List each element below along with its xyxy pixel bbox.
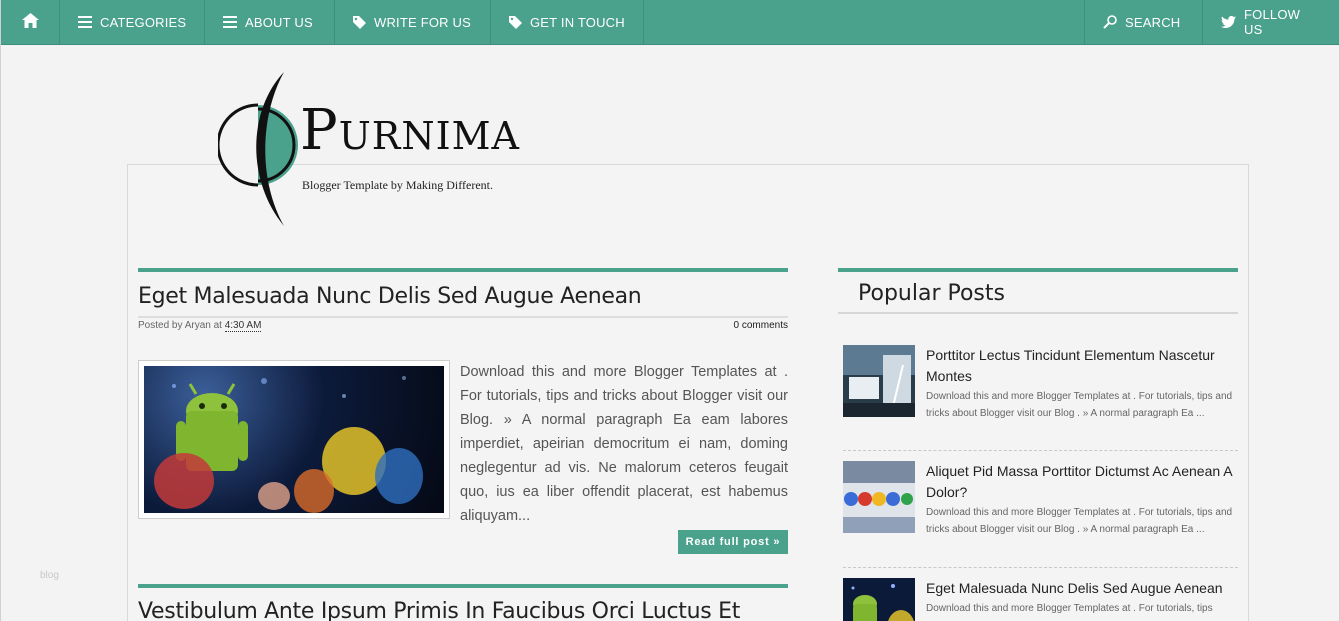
search-label: SEARCH [1125,14,1181,30]
moon-logo-icon [218,72,298,226]
popular-post-thumbnail[interactable] [843,578,915,621]
menu-icon [223,16,237,28]
post-thumbnail[interactable] [138,360,450,519]
follow-us-button[interactable]: FOLLOW US [1202,0,1339,44]
post-comments-link[interactable]: 0 comments [734,320,788,331]
home-icon [21,13,39,31]
post-time[interactable]: 4:30 AM [224,320,262,332]
post-title[interactable]: Eget Malesuada Nunc Delis Sed Augue Aene… [138,284,642,309]
post-title[interactable]: Vestibulum Ante Ipsum Primis In Faucibus… [138,599,740,621]
popular-post-separator [843,567,1238,568]
popular-posts-title: Popular Posts [858,281,1005,306]
tag-icon [353,15,366,29]
popular-post-thumbnail[interactable] [843,461,915,533]
nav-about-us-label: ABOUT US [245,14,313,30]
popular-post-item[interactable]: Porttitor Lectus Tincidunt Elementum Nas… [843,345,1238,435]
logo-first-letter: P [300,98,339,163]
popular-post-title[interactable]: Porttitor Lectus Tincidunt Elementum Nas… [926,345,1238,387]
post-excerpt: Download this and more Blogger Templates… [460,364,788,524]
nav-categories-label: CATEGORIES [100,14,187,30]
popular-post-item[interactable]: Eget Malesuada Nunc Delis Sed Augue Aene… [843,578,1238,621]
menu-icon [78,16,92,28]
follow-us-label: FOLLOW US [1244,7,1301,37]
side-note-text: blog [40,570,59,581]
logo-tagline: Blogger Template by Making Different. [302,178,494,192]
popular-post-desc: Download this and more Blogger Templates… [926,603,1213,614]
logo-title: PURNIMA [300,98,520,163]
nav-write-for-us-label: WRITE FOR US [374,14,472,30]
search-icon [1103,15,1117,29]
nav-categories[interactable]: CATEGORIES [60,0,205,44]
tag-icon [509,15,522,29]
frame-left-border [0,0,1,621]
post-meta: Posted by Aryan at 4:30 AM 0 comments [138,316,788,332]
twitter-icon [1221,16,1236,28]
post-top-bar [138,268,788,272]
nav-write-for-us[interactable]: WRITE FOR US [335,0,491,44]
popular-post-title[interactable]: Aliquet Pid Massa Porttitor Dictumst Ac … [926,461,1238,503]
top-navigation: CATEGORIES ABOUT US WRITE FOR US GET IN … [1,0,1339,45]
site-logo[interactable]: PURNIMA Blogger Template by Making Diffe… [218,70,538,230]
read-full-post-button[interactable]: Read full post » [678,530,788,554]
popular-post-thumbnail[interactable] [843,345,915,417]
post-top-bar [138,584,788,588]
popular-post-title[interactable]: Eget Malesuada Nunc Delis Sed Augue Aene… [926,578,1238,599]
nav-about-us[interactable]: ABOUT US [205,0,335,44]
widget-top-bar [838,268,1238,272]
home-button[interactable] [1,0,60,44]
nav-get-in-touch[interactable]: GET IN TOUCH [491,0,644,44]
android-figure-image [144,366,444,513]
logo-title-rest: URNIMA [338,114,520,158]
widget-divider [838,312,1238,314]
popular-post-desc: Download this and more Blogger Templates… [926,507,1233,535]
popular-post-item[interactable]: Aliquet Pid Massa Porttitor Dictumst Ac … [843,461,1238,551]
popular-post-desc: Download this and more Blogger Templates… [926,391,1233,419]
popular-post-separator [843,450,1238,451]
nav-get-in-touch-label: GET IN TOUCH [530,14,625,30]
search-button[interactable]: SEARCH [1084,0,1202,44]
post-author: Posted by Aryan at [138,320,225,331]
